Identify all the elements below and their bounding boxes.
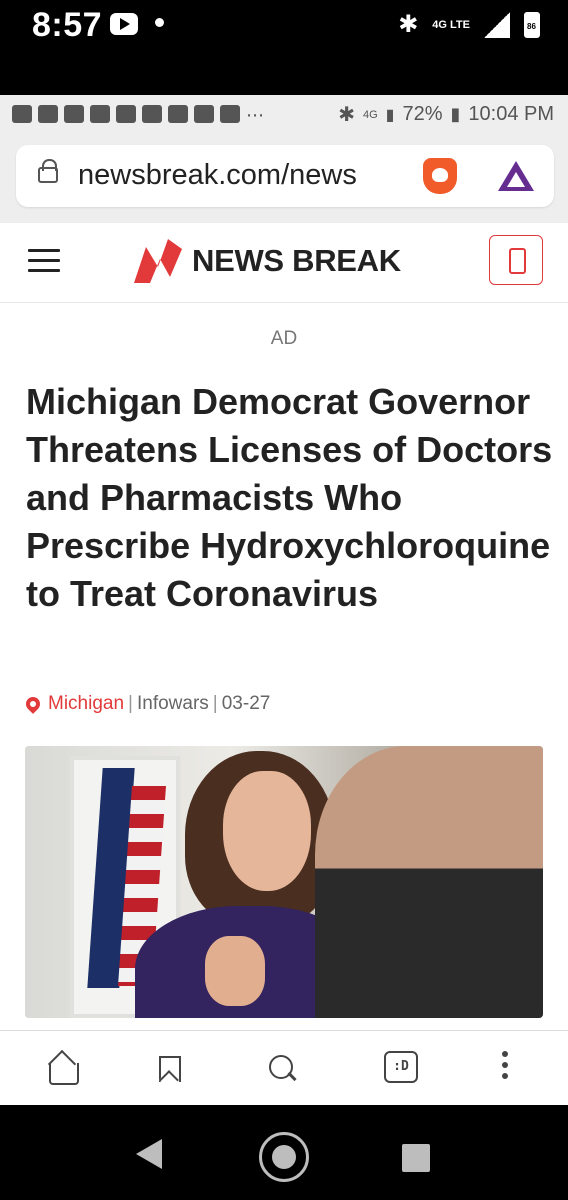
notification-icons: ⋯ xyxy=(12,105,264,126)
bluetooth-icon: ✱ xyxy=(338,104,355,126)
browser-bottom-bar: :D xyxy=(0,1030,568,1105)
back-icon[interactable] xyxy=(136,1139,162,1169)
bat-icon[interactable] xyxy=(498,161,534,191)
battery-percent: 72% xyxy=(402,103,443,125)
tabs-icon[interactable]: :D xyxy=(384,1051,418,1083)
youtube-icon xyxy=(142,105,162,123)
meta-separator: | xyxy=(212,693,218,714)
message-icon xyxy=(12,105,32,123)
article-location[interactable]: Michigan xyxy=(48,693,124,715)
mail-icon xyxy=(168,105,188,123)
ad-label: AD xyxy=(270,328,298,349)
brand-name: NEWS BREAK xyxy=(192,243,401,278)
device-status-icons: ✱ 4G LTE 86 xyxy=(398,10,540,39)
battery-icon: ▮ xyxy=(450,104,461,124)
signal-icon xyxy=(484,11,510,38)
more-notifications-icon: ⋯ xyxy=(246,105,264,125)
bluetooth-icon: ✱ xyxy=(398,11,419,38)
signal-icon: ▮ xyxy=(385,106,395,124)
meta-separator: | xyxy=(128,693,133,714)
brave-lion-icon[interactable] xyxy=(423,158,457,194)
home-icon[interactable] xyxy=(45,1051,81,1087)
network-label: 4G LTE xyxy=(432,18,470,31)
youtube-icon xyxy=(64,105,84,123)
address-bar[interactable]: newsbreak.com/news xyxy=(16,145,554,207)
screenshot-clock: 10:04 PM xyxy=(468,103,554,125)
lock-icon[interactable] xyxy=(38,159,58,183)
article-source: Infowars xyxy=(136,693,209,714)
youtube-icon xyxy=(90,105,110,123)
article-date: 03-27 xyxy=(221,693,271,714)
hamburger-icon[interactable] xyxy=(28,249,60,275)
more-icon[interactable] xyxy=(495,1051,515,1087)
site-header: NEWS BREAK xyxy=(0,223,568,303)
article-headline[interactable]: Michigan Democrat Governor Threatens Lic… xyxy=(26,378,556,618)
article-photo[interactable] xyxy=(25,746,543,1018)
device-clock: 8:57 xyxy=(32,6,103,44)
app-icon[interactable] xyxy=(489,235,543,285)
web-page: NEWS BREAK AD Michigan Democrat Governor… xyxy=(0,223,568,1030)
circle-home-icon[interactable] xyxy=(259,1132,309,1182)
search-icon[interactable] xyxy=(265,1051,301,1087)
notification-dot-icon xyxy=(155,18,164,27)
newsbreak-logo-icon xyxy=(134,239,182,283)
network-label: 4G xyxy=(362,108,378,121)
screenshot-status-bar: ⋯ ✱ 4G ▮ 72% ▮ 10:04 PM xyxy=(0,95,568,135)
bookmark-icon[interactable] xyxy=(150,1051,186,1087)
article-meta: Michigan | Infowars | 03-27 xyxy=(23,693,271,715)
battery-icon: 86 xyxy=(524,11,540,38)
recents-icon[interactable] xyxy=(402,1144,430,1172)
screenshot-status-right: ✱ 4G ▮ 72% ▮ 10:04 PM xyxy=(338,102,554,127)
youtube-notification-icon xyxy=(110,13,138,35)
image-icon xyxy=(220,105,240,123)
location-pin-icon xyxy=(23,694,43,714)
site-logo[interactable]: NEWS BREAK xyxy=(132,237,401,285)
system-nav-bar xyxy=(0,1105,568,1200)
device-status-bar: 8:57 ✱ 4G LTE 86 xyxy=(0,0,568,95)
wrench-icon xyxy=(194,105,214,123)
url-text[interactable]: newsbreak.com/news xyxy=(78,159,408,192)
youtube-icon xyxy=(38,105,58,123)
browser-toolbar: newsbreak.com/news xyxy=(0,135,568,223)
youtube-icon xyxy=(116,105,136,123)
